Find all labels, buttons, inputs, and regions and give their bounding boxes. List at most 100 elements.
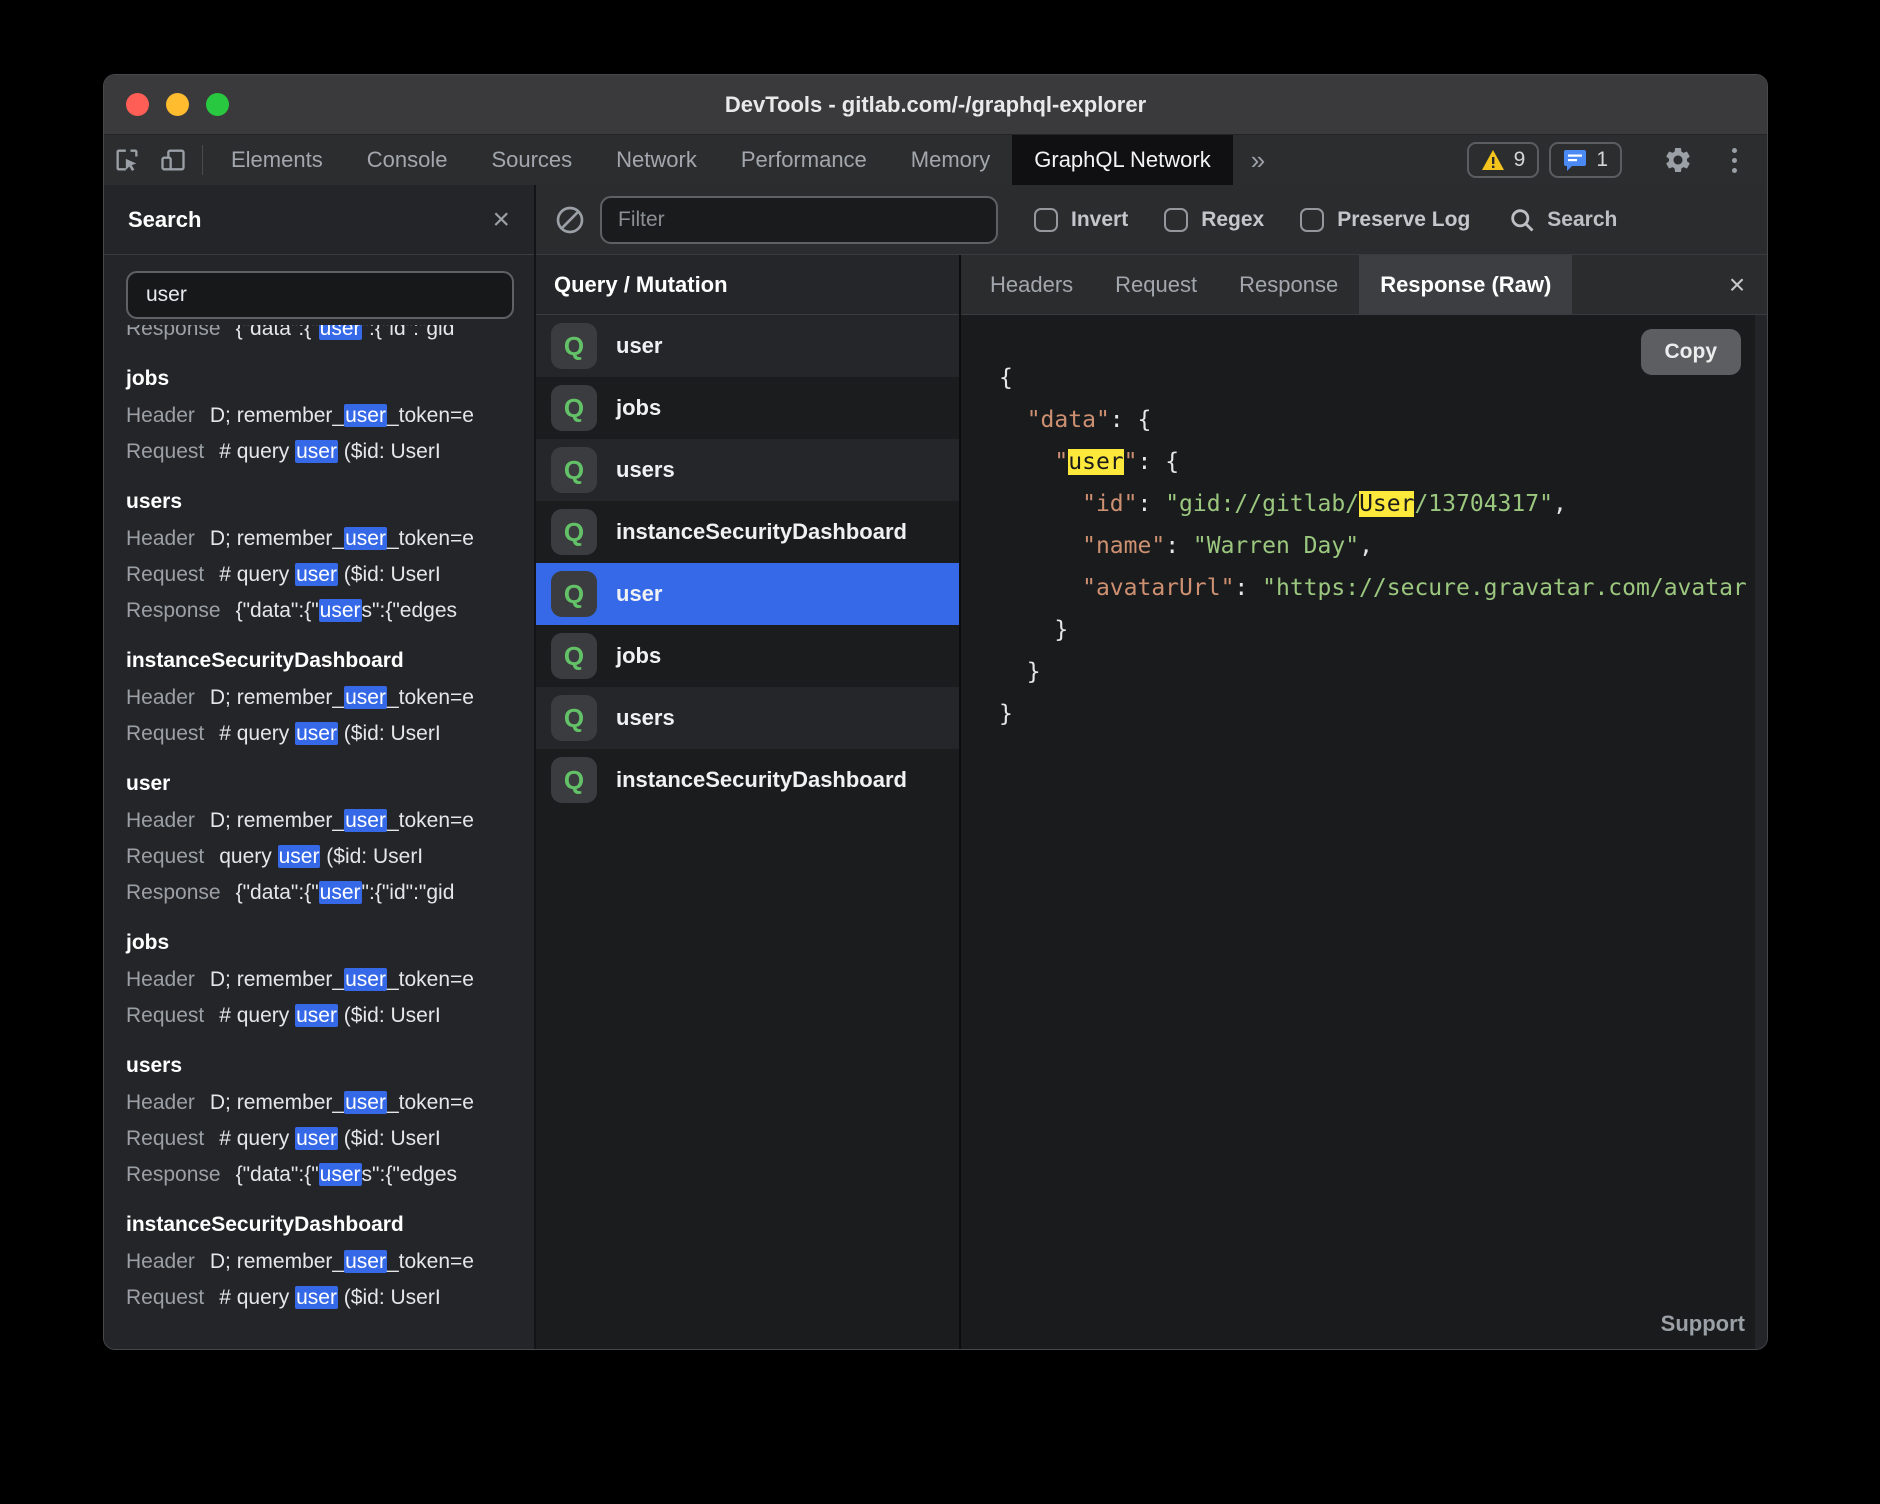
inspector-close-icon[interactable]: × xyxy=(1707,255,1767,314)
toggle-device-toolbar-button[interactable] xyxy=(150,135,196,185)
search-result-group-title[interactable]: instanceSecurityDashboard xyxy=(126,1206,534,1244)
result-response-label: Response xyxy=(126,593,221,629)
search-result-group-title[interactable]: jobs xyxy=(126,360,534,398)
window-titlebar: DevTools - gitlab.com/-/graphql-explorer xyxy=(104,75,1767,135)
result-value: {"data":{"users":{"edges xyxy=(236,593,457,629)
devtools-tab-sources[interactable]: Sources xyxy=(469,135,594,185)
devtools-tab-console[interactable]: Console xyxy=(345,135,470,185)
preserve-log-toggle[interactable]: Preserve Log xyxy=(1300,208,1470,232)
clear-block-icon[interactable] xyxy=(554,204,586,236)
query-list-item-label: jobs xyxy=(616,643,661,669)
scrollbar-track[interactable] xyxy=(1755,315,1767,1349)
invert-toggle[interactable]: Invert xyxy=(1034,208,1128,232)
search-result-row[interactable]: Header D; remember_user_token=e xyxy=(126,1244,534,1280)
support-link[interactable]: Support xyxy=(1661,1311,1745,1337)
search-result-row[interactable]: Request# query user ($id: UserI xyxy=(126,434,534,470)
more-options-button[interactable] xyxy=(1711,148,1757,173)
search-result-row[interactable]: HeaderD; remember_user_token=e xyxy=(126,962,534,998)
messages-badge[interactable]: 1 xyxy=(1549,142,1622,178)
result-request-label: Request xyxy=(126,839,204,875)
devtools-tabbar: ElementsConsoleSourcesNetworkPerformance… xyxy=(104,135,1767,185)
query-list-item-user[interactable]: Quser xyxy=(536,563,959,625)
search-result-row[interactable]: Requestquery user ($id: UserI xyxy=(126,839,534,875)
result-value: D; remember_user_token=e xyxy=(210,1244,474,1280)
search-result-row[interactable]: Request# query user ($id: UserI xyxy=(126,1280,534,1316)
settings-button[interactable] xyxy=(1655,145,1701,175)
devtools-tab-graphql-network[interactable]: GraphQL Network xyxy=(1012,135,1232,185)
search-result-row[interactable]: Response {"data":{"users":{"edges xyxy=(126,593,534,629)
query-list-item-jobs[interactable]: Qjobs xyxy=(536,625,959,687)
result-header-label: Header xyxy=(126,1244,195,1280)
search-result-row[interactable]: HeaderD; remember_user_token=e xyxy=(126,1085,534,1121)
search-result-row[interactable]: Request# query user ($id: UserI xyxy=(126,557,534,593)
search-result-row[interactable]: Request# query user ($id: UserI xyxy=(126,1121,534,1157)
search-result-row[interactable]: Response{"data":{"users":{"edges xyxy=(126,1157,534,1193)
query-type-icon: Q xyxy=(551,757,597,803)
inspector-tab-response[interactable]: Response xyxy=(1218,255,1359,314)
json-line: { xyxy=(999,357,1753,399)
devtools-tab-network[interactable]: Network xyxy=(594,135,719,185)
query-list-item-label: user xyxy=(616,581,662,607)
search-result-row[interactable]: Request# query user ($id: UserI xyxy=(126,716,534,752)
search-result-group-title[interactable]: user xyxy=(126,765,534,803)
search-icon xyxy=(1508,206,1536,234)
query-list-item-user[interactable]: Quser xyxy=(536,315,959,377)
inspect-element-button[interactable] xyxy=(104,135,150,185)
invert-checkbox[interactable] xyxy=(1034,208,1058,232)
query-list-header: Query / Mutation xyxy=(536,255,959,315)
query-list-item-label: users xyxy=(616,457,675,483)
result-header-label: Header xyxy=(126,398,195,434)
result-response-label: Response xyxy=(126,875,221,911)
query-list-item-instancesecuritydashboard[interactable]: QinstanceSecurityDashboard xyxy=(536,501,959,563)
inspector-tab-headers[interactable]: Headers xyxy=(969,255,1094,314)
regex-toggle[interactable]: Regex xyxy=(1164,208,1264,232)
search-result-row[interactable]: Response{"data":{"user":{"id":"gid xyxy=(126,875,534,911)
preserve-log-checkbox[interactable] xyxy=(1300,208,1324,232)
search-result-row[interactable]: HeaderD; remember_user_token=e xyxy=(126,803,534,839)
query-list-item-users[interactable]: Qusers xyxy=(536,439,959,501)
query-list-item-label: user xyxy=(616,333,662,359)
result-response-label: Response xyxy=(126,325,221,347)
clipped-result-row: Response{"data":{"user":{"id":"gid xyxy=(126,325,534,347)
inspector-tab-response-raw[interactable]: Response (Raw) xyxy=(1359,255,1572,314)
search-result-group-title[interactable]: users xyxy=(126,483,534,521)
warnings-badge[interactable]: 9 xyxy=(1467,142,1540,178)
result-request-label: Request xyxy=(126,716,204,752)
result-request-label: Request xyxy=(126,434,204,470)
search-result-row[interactable]: Response{"data":{"user":{"id":"gid xyxy=(126,325,534,347)
json-line: } xyxy=(999,609,1753,651)
result-response-label: Response xyxy=(126,1157,221,1193)
search-result-group-title[interactable]: users xyxy=(126,1047,534,1085)
search-tool-button[interactable]: Search xyxy=(1508,206,1617,234)
json-line: "user": { xyxy=(999,441,1753,483)
copy-button[interactable]: Copy xyxy=(1641,329,1742,375)
inspector-tab-request[interactable]: Request xyxy=(1094,255,1218,314)
devtools-tab-performance[interactable]: Performance xyxy=(719,135,889,185)
regex-label: Regex xyxy=(1201,208,1264,232)
search-result-row[interactable]: Request # query user ($id: UserI xyxy=(126,998,534,1034)
search-result-row[interactable]: HeaderD; remember_user_token=e xyxy=(126,398,534,434)
filter-input[interactable] xyxy=(600,196,998,244)
query-list-item-instancesecuritydashboard[interactable]: QinstanceSecurityDashboard xyxy=(536,749,959,811)
search-result-group-title[interactable]: instanceSecurityDashboard xyxy=(126,642,534,680)
json-line: "avatarUrl": "https://secure.gravatar.co… xyxy=(999,567,1753,609)
devtools-tab-memory[interactable]: Memory xyxy=(889,135,1012,185)
gear-icon xyxy=(1663,145,1693,175)
search-result-row[interactable]: HeaderD; remember_user_token=e xyxy=(126,521,534,557)
inspector-panel: HeadersRequestResponseResponse (Raw)× { … xyxy=(961,255,1767,1349)
result-request-label: Request xyxy=(126,998,204,1034)
query-list-title: Query / Mutation xyxy=(554,272,728,298)
search-result-group-title[interactable]: jobs xyxy=(126,924,534,962)
search-input[interactable] xyxy=(126,271,514,319)
preserve-log-label: Preserve Log xyxy=(1337,208,1470,232)
regex-checkbox[interactable] xyxy=(1164,208,1188,232)
query-list-item-users[interactable]: Qusers xyxy=(536,687,959,749)
search-result-row[interactable]: HeaderD; remember_user_token=e xyxy=(126,680,534,716)
result-value: # query user ($id: UserI xyxy=(219,998,440,1034)
more-tabs-button[interactable]: » xyxy=(1233,135,1283,185)
query-list-item-jobs[interactable]: Qjobs xyxy=(536,377,959,439)
devtools-tab-elements[interactable]: Elements xyxy=(209,135,345,185)
result-value: # query user ($id: UserI xyxy=(219,1280,440,1316)
panels: Query / Mutation QuserQjobsQusersQinstan… xyxy=(536,255,1767,1349)
search-panel-close-icon[interactable]: × xyxy=(492,205,510,235)
